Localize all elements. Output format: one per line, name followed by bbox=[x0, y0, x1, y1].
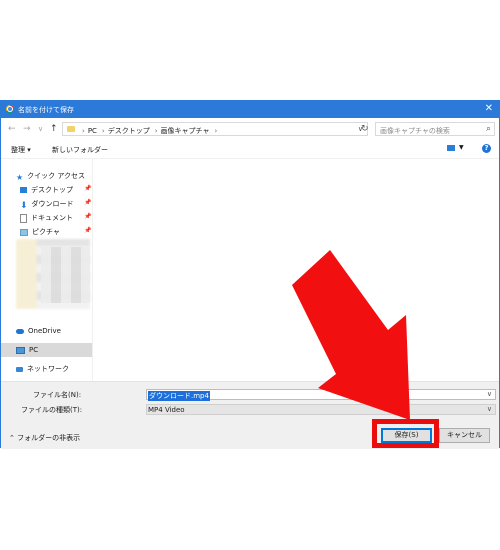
save-button-highlight-box bbox=[372, 419, 439, 448]
annotation-arrow bbox=[292, 250, 410, 420]
